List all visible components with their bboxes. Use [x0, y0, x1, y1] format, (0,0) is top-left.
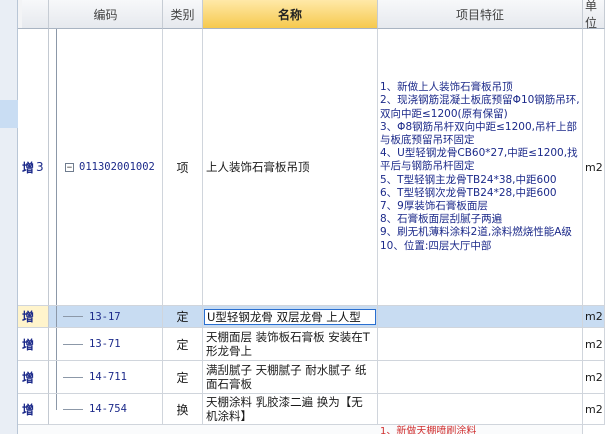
column-header-unit[interactable]: 单位 [583, 0, 605, 30]
tree-gutter [49, 361, 63, 394]
code-cell-sub-4[interactable]: 14-754 [63, 394, 163, 425]
tree-branch [63, 409, 83, 410]
feature-line: 2、现浇钢筋混凝土板底预留Φ10钢筋吊环,双向中距≤1200(原有保留) [380, 94, 580, 120]
parent-code: 011302001002 [79, 161, 155, 173]
sub-unit: m2 [585, 402, 603, 416]
name-cell-sub-3[interactable]: 满刮腻子 天棚腻子 耐水腻子 纸面石膏板 [203, 361, 378, 394]
sub-name: 天棚面层 装饰板石膏板 安装在T形龙骨上 [206, 330, 370, 358]
tree-line [56, 361, 57, 393]
name-cell-sub-4[interactable]: 天棚涂料 乳胶漆二遍 换为【无机涂料】 [203, 394, 378, 425]
row-header-sub-4[interactable]: 增 [18, 394, 49, 425]
feature-line: 5、T型轻钢主龙骨TB24*38,中距600 [380, 173, 557, 186]
unit-cell-sub-3[interactable]: m2 [583, 361, 605, 394]
tree-line [56, 306, 57, 327]
sub-name: 天棚涂料 乳胶漆二遍 换为【无机涂料】 [206, 395, 363, 423]
row-header-sub-3[interactable]: 增 [18, 361, 49, 394]
type-cell-sub-3[interactable]: 定 [163, 361, 203, 394]
sub-unit: m2 [585, 370, 603, 384]
sub-code: 14-711 [89, 371, 127, 383]
tree-branch [63, 316, 83, 317]
feature-line: 6、T型轻钢次龙骨TB24*28,中距600 [380, 186, 557, 199]
name-cell-parent[interactable]: 上人装饰石膏板吊顶 [203, 29, 378, 306]
feature-cell-sub-4[interactable] [378, 394, 583, 425]
row-prefix: 增 [22, 160, 35, 175]
feature-line: 9、刷无机薄料涂料2道,涂料燃烧性能A级 [380, 226, 572, 239]
unit-cell-sub-4[interactable]: m2 [583, 394, 605, 425]
code-cell-sub-1[interactable]: 13-17 [63, 306, 163, 328]
code-cell-sub-3[interactable]: 14-711 [63, 361, 163, 394]
feature-line: 10、位置:四层大厅中部 [380, 239, 492, 252]
next-row-feature-hint: 1、新做天棚喷刷涂料 [380, 426, 477, 434]
sub-code: 13-17 [89, 310, 121, 323]
tree-line [56, 328, 57, 360]
tree-gutter [49, 29, 63, 306]
feature-line: 7、9厚装饰石膏板面层 [380, 200, 488, 212]
code-cell-sub-2[interactable]: 13-71 [63, 328, 163, 361]
unit-cell-sub-1[interactable]: m2 [583, 306, 605, 328]
left-panel-strip [0, 0, 18, 434]
row-prefix: 增 [22, 370, 35, 385]
tree-line [56, 394, 57, 410]
feature-line: 8、石膏板面层刮腻子两遍 [380, 213, 503, 226]
name-edit-input[interactable] [204, 308, 376, 325]
feature-cell-sub-1[interactable] [378, 306, 583, 328]
left-panel-selection [0, 100, 18, 128]
sub-type: 定 [176, 337, 189, 352]
type-cell-parent[interactable]: 项 [163, 29, 203, 306]
tree-gutter [49, 394, 63, 425]
feature-line: 1、新做上人装饰石膏板吊顶 [380, 81, 513, 94]
type-cell-sub-1[interactable]: 定 [163, 306, 203, 328]
feature-line: 3、Φ8钢筋吊杆双向中距≤1200,吊杆上部与板底预留吊环固定 [380, 120, 577, 146]
name-cell-sub-1[interactable] [203, 306, 378, 328]
row-index-header [22, 0, 49, 29]
row-index: 3 [36, 160, 44, 174]
parent-unit: m2 [585, 160, 603, 174]
tree-branch [63, 377, 83, 378]
name-cell-sub-2[interactable]: 天棚面层 装饰板石膏板 安装在T形龙骨上 [203, 328, 378, 361]
type-cell-sub-2[interactable]: 定 [163, 328, 203, 361]
sub-type: 换 [176, 402, 189, 417]
sub-name: 满刮腻子 天棚腻子 耐水腻子 纸面石膏板 [206, 363, 367, 391]
feature-cell-sub-3[interactable] [378, 361, 583, 394]
unit-cell-sub-2[interactable]: m2 [583, 328, 605, 361]
sub-unit: m2 [585, 337, 603, 351]
parent-type: 项 [176, 160, 189, 175]
sub-type: 定 [176, 310, 189, 324]
row-header-parent[interactable]: 增 3 [18, 29, 49, 306]
sub-code: 14-754 [89, 403, 127, 415]
tree-line [56, 29, 57, 305]
sub-unit: m2 [585, 310, 603, 323]
unit-cell-parent[interactable]: m2 [583, 29, 605, 306]
type-cell-sub-4[interactable]: 换 [163, 394, 203, 425]
code-cell-parent[interactable]: − 011302001002 [63, 29, 163, 306]
row-prefix: 增 [22, 402, 35, 417]
tree-gutter [49, 328, 63, 361]
row-prefix: 增 [22, 337, 35, 352]
tree-gutter [49, 306, 63, 328]
feature-cell-sub-2[interactable] [378, 328, 583, 361]
feature-list: 1、新做上人装饰石膏板吊顶 2、现浇钢筋混凝土板底预留Φ10钢筋吊环,双向中距≤1… [380, 81, 580, 253]
tree-branch [63, 344, 83, 345]
parent-name: 上人装饰石膏板吊顶 [206, 160, 310, 174]
collapse-icon[interactable]: − [65, 163, 74, 173]
row-header-sub-1[interactable]: 增 [18, 306, 49, 328]
row-header-sub-2[interactable]: 增 [18, 328, 49, 361]
sub-type: 定 [176, 370, 189, 385]
sub-code: 13-71 [89, 338, 121, 350]
column-header-type[interactable]: 类别 [163, 0, 203, 29]
column-header-code[interactable]: 编码 [49, 0, 163, 29]
column-header-name[interactable]: 名称 [203, 0, 378, 29]
feature-cell-parent[interactable]: 1、新做上人装饰石膏板吊顶 2、现浇钢筋混凝土板底预留Φ10钢筋吊环,双向中距≤1… [378, 29, 583, 306]
column-header-feature[interactable]: 项目特征 [378, 0, 583, 29]
row-prefix: 增 [22, 310, 35, 324]
feature-line: 4、U型轻钢龙骨CB60*27,中距≤1200,找平后与钢筋吊杆固定 [380, 147, 578, 173]
